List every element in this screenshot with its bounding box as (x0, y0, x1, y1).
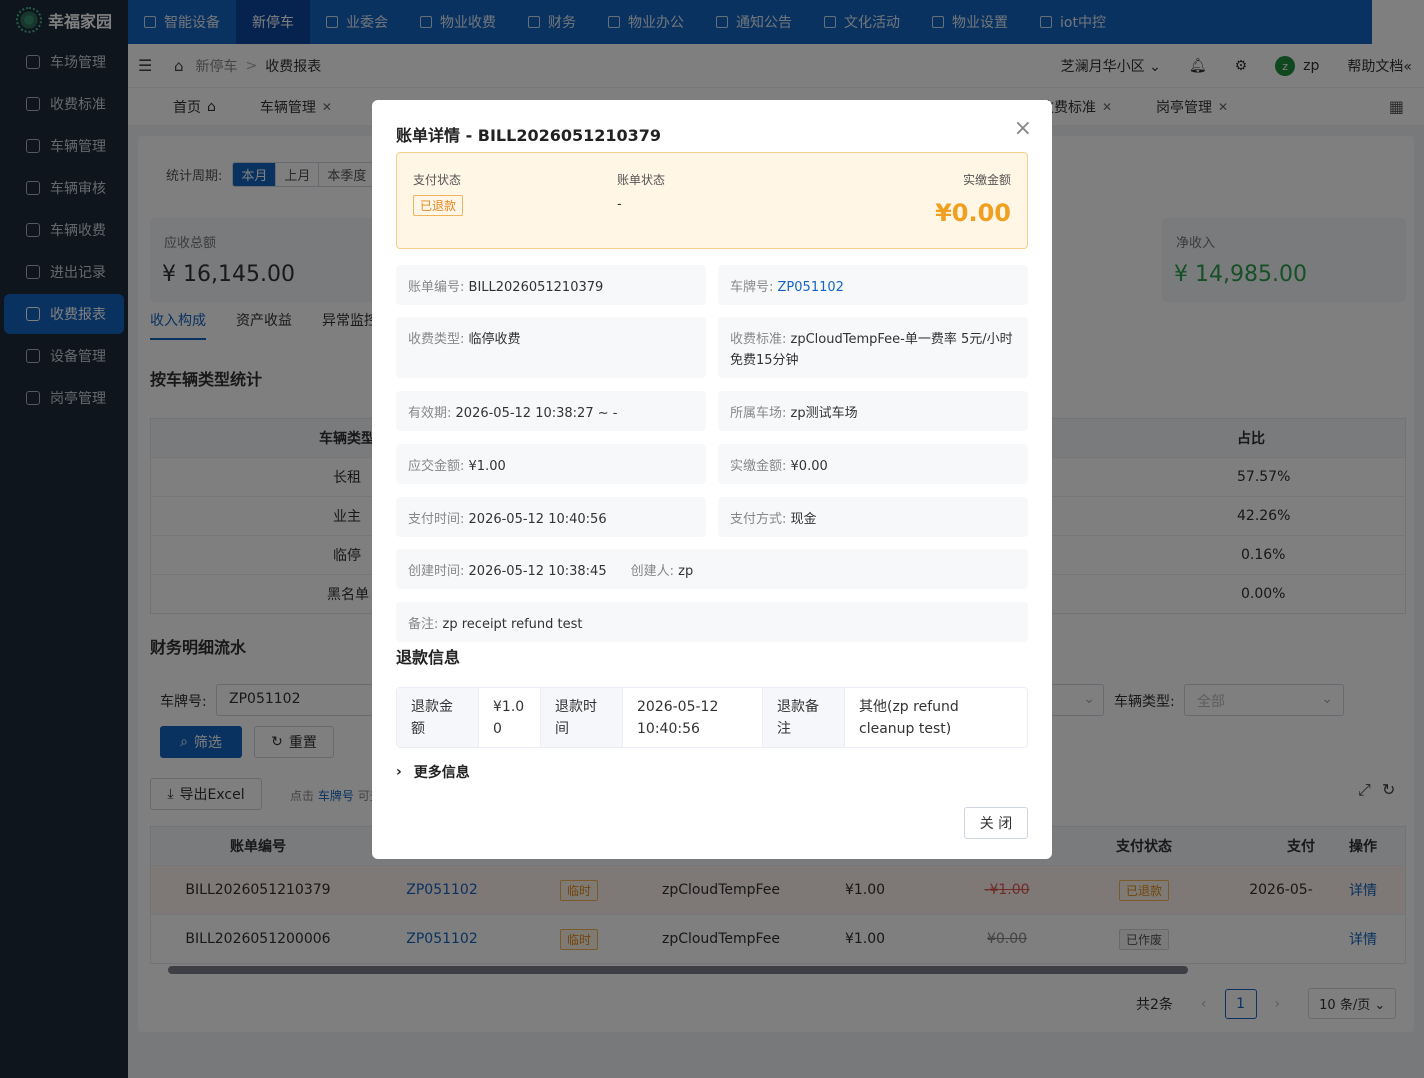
status-badge: 已退款 (413, 195, 464, 216)
field-bill-no: 账单编号: BILL2026051210379 (396, 265, 706, 305)
plate-link[interactable]: ZP051102 (778, 280, 844, 295)
field-parking-lot: 所属车场: zp测试车场 (718, 391, 1028, 431)
chevron-right-icon: › (396, 764, 402, 780)
field-pay-time: 支付时间: 2026-05-12 10:40:56 (396, 497, 706, 537)
field-fee-type: 收费类型: 临停收费 (396, 317, 706, 378)
refund-section-title: 退款信息 (396, 648, 461, 667)
bill-status-value: - (617, 197, 622, 212)
field-due-amount: 应交金额: ¥1.00 (396, 444, 706, 484)
refund-table: 退款金额 ¥1.00 退款时间 2026-05-12 10:40:56 退款备注… (396, 687, 1028, 748)
more-info-toggle[interactable]: › 更多信息 (396, 762, 470, 782)
field-remark: 备注: zp receipt refund test (396, 602, 1028, 642)
field-fee-standard: 收费标准: zpCloudTempFee-单一费率 5元/小时 免费15分钟 (718, 317, 1028, 378)
close-button[interactable]: 关 闭 (964, 807, 1028, 839)
field-plate: 车牌号: ZP051102 (718, 265, 1028, 305)
field-pay-method: 支付方式: 现金 (718, 497, 1028, 537)
field-validity: 有效期: 2026-05-12 10:38:27 ~ - (396, 391, 706, 431)
bill-detail-modal: 账单详情 - BILL2026051210379 × 支付状态 已退款 账单状态… (372, 100, 1052, 859)
paid-amount-value: ¥0.00 (935, 199, 1011, 227)
status-summary: 支付状态 已退款 账单状态 - 实缴金额 ¥0.00 (396, 152, 1028, 249)
field-paid-amount: 实缴金额: ¥0.00 (718, 444, 1028, 484)
modal-title: 账单详情 - BILL2026051210379 (396, 126, 662, 145)
close-icon[interactable]: × (1014, 116, 1032, 141)
field-created: 创建时间: 2026-05-12 10:38:45 创建人: zp (396, 549, 1028, 589)
